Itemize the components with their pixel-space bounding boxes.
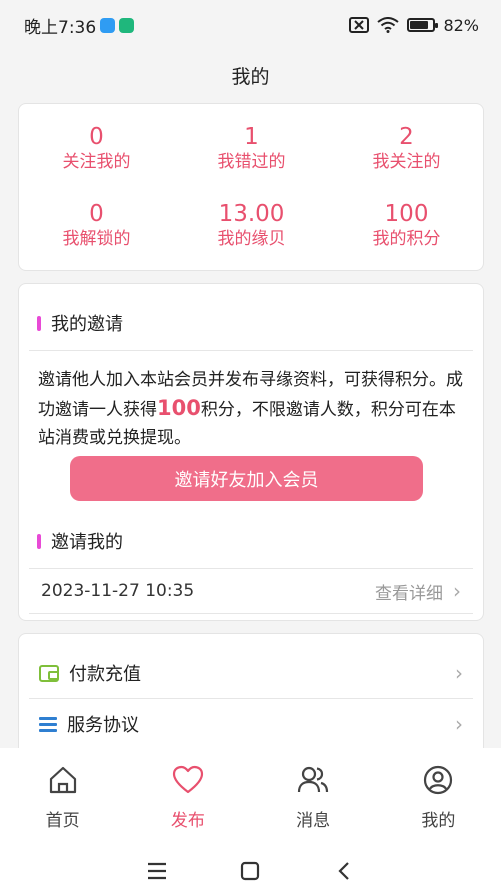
- stat-value: 13.00: [218, 201, 285, 227]
- nav-label: 发布: [170, 811, 205, 831]
- stat-value: 0: [89, 124, 104, 150]
- stat-value: 1: [244, 124, 259, 150]
- battery-icon: [407, 18, 439, 32]
- home-icon: [47, 764, 79, 796]
- page-header: 我的: [0, 50, 501, 100]
- stat-value: 2: [399, 124, 414, 150]
- stat-label: 我错过的: [217, 152, 286, 172]
- nav-messages[interactable]: 消息: [258, 764, 368, 831]
- bottom-nav: 首页 发布 消息 我的: [0, 748, 501, 846]
- view-detail-label: 查看详细: [375, 583, 443, 604]
- wallet-icon: [39, 664, 59, 682]
- divider: [29, 350, 473, 351]
- stat-label: 我关注的: [372, 152, 441, 172]
- menu-icon[interactable]: [137, 856, 177, 886]
- stat-value: 100: [384, 201, 429, 227]
- stat-missed[interactable]: 1 我错过的: [174, 124, 329, 174]
- stat-label: 我解锁的: [62, 229, 131, 249]
- invited-title: 邀请我的: [51, 532, 123, 553]
- invite-friend-button[interactable]: 邀请好友加入会员: [70, 456, 423, 501]
- invited-date: 2023-11-27 10:35: [41, 581, 195, 601]
- home-square-icon[interactable]: [230, 856, 270, 886]
- invited-record-row[interactable]: 2023-11-27 10:35 查看详细 ›: [29, 571, 473, 611]
- wifi-icon: [377, 17, 400, 33]
- profile-icon: [422, 764, 454, 796]
- stats-card: 0 关注我的 1 我错过的 2 我关注的 0 我解锁的 13.00 我的缘贝 1…: [18, 103, 484, 271]
- stat-label: 我的缘贝: [217, 229, 286, 249]
- invite-card: 我的邀请 邀请他人加入本站会员并发布寻缘资料，可获得积分。成功邀请一人获得100…: [18, 283, 484, 621]
- nav-label: 消息: [296, 811, 331, 831]
- heart-icon: [172, 764, 204, 796]
- menu-item-label: 付款充值: [69, 664, 141, 685]
- invite-title: 我的邀请: [51, 314, 123, 335]
- invite-description: 邀请他人加入本站会员并发布寻缘资料，可获得积分。成功邀请一人获得100积分，不限…: [38, 366, 468, 452]
- battery-level: 82%: [443, 15, 479, 35]
- stat-shells[interactable]: 13.00 我的缘贝: [174, 201, 329, 251]
- back-icon[interactable]: [324, 856, 364, 886]
- menu-card: 付款充值 › 服务协议 ›: [18, 633, 484, 758]
- chevron-right-icon: ›: [455, 661, 463, 685]
- stat-label: 关注我的: [62, 152, 131, 172]
- shield-notification-icon: [119, 17, 135, 33]
- system-nav-bar: [0, 846, 501, 895]
- stat-following[interactable]: 2 我关注的: [329, 124, 484, 174]
- list-icon: [39, 716, 57, 732]
- nav-mine[interactable]: 我的: [383, 764, 493, 831]
- app-notification-icon: [100, 17, 116, 33]
- stat-points[interactable]: 100 我的积分: [329, 201, 484, 251]
- stat-unlocked[interactable]: 0 我解锁的: [19, 201, 174, 251]
- nav-home[interactable]: 首页: [8, 764, 118, 831]
- invite-section-title: 我的邀请: [37, 310, 123, 336]
- nav-label: 首页: [45, 811, 80, 831]
- divider: [29, 568, 473, 569]
- stat-followers[interactable]: 0 关注我的: [19, 124, 174, 174]
- stat-value: 0: [89, 201, 104, 227]
- menu-item-agreement[interactable]: 服务协议 ›: [29, 699, 473, 749]
- chevron-right-icon: ›: [455, 712, 463, 736]
- nav-label: 我的: [421, 811, 456, 831]
- status-right: 82%: [349, 16, 479, 35]
- status-time: 晚上7:36: [24, 17, 97, 38]
- menu-item-label: 服务协议: [67, 715, 139, 736]
- users-icon: [297, 764, 329, 796]
- chevron-right-icon: ›: [453, 579, 461, 603]
- invited-section-title: 邀请我的: [37, 528, 123, 554]
- view-detail-link[interactable]: 查看详细 ›: [375, 579, 461, 604]
- status-bar: 晚上7:36 82%: [0, 0, 501, 50]
- nav-publish[interactable]: 发布: [133, 764, 243, 831]
- section-marker: [37, 315, 41, 331]
- page-title: 我的: [231, 65, 270, 88]
- stat-label: 我的积分: [372, 229, 441, 249]
- divider: [29, 613, 473, 614]
- sim-off-icon: [349, 17, 370, 33]
- invite-points-highlight: 100: [157, 396, 201, 420]
- section-marker: [37, 533, 41, 549]
- status-left: 晚上7:36: [24, 13, 135, 38]
- menu-item-recharge[interactable]: 付款充值 ›: [29, 648, 473, 698]
